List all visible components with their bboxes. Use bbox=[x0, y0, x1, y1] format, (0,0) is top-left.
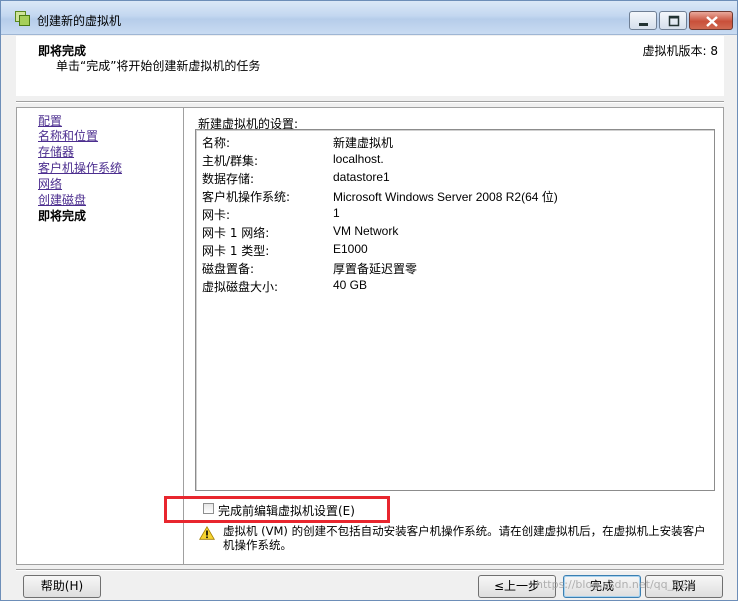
settings-key: 网卡 1 网络: bbox=[202, 226, 270, 240]
settings-value: datastore1 bbox=[333, 170, 390, 184]
settings-value: 厚置备延迟置零 bbox=[333, 262, 418, 276]
nav-item-storage[interactable]: 存储器 bbox=[38, 143, 74, 160]
nav-item-network[interactable]: 网络 bbox=[38, 175, 62, 192]
settings-summary-box: 名称: 新建虚拟机 主机/群集: localhost. 数据存储: datast… bbox=[195, 129, 715, 491]
watermark: https://blog.csdn.net/qq_42 bbox=[536, 578, 688, 591]
create-vm-dialog: 创建新的虚拟机 即将完成 单击“完成”将开始创建新虚拟机的任务 虚拟机版本: 8… bbox=[0, 0, 738, 601]
nav-item-guest-os[interactable]: 客户机操作系统 bbox=[38, 159, 122, 176]
minimize-button[interactable] bbox=[629, 11, 657, 30]
title-bar[interactable]: 创建新的虚拟机 bbox=[1, 1, 737, 35]
help-button[interactable]: 帮助(H) bbox=[23, 575, 101, 598]
close-icon bbox=[706, 16, 718, 27]
header-divider bbox=[16, 101, 724, 103]
settings-key: 网卡: bbox=[202, 208, 231, 222]
settings-value: 1 bbox=[333, 206, 340, 220]
nav-item-ready-to-complete: 即将完成 bbox=[38, 209, 87, 223]
wizard-header: 即将完成 单击“完成”将开始创建新虚拟机的任务 虚拟机版本: 8 bbox=[16, 36, 724, 96]
minimize-icon bbox=[639, 23, 648, 26]
settings-value: E1000 bbox=[333, 242, 368, 256]
close-button[interactable] bbox=[689, 11, 733, 30]
settings-key: 主机/群集: bbox=[202, 154, 259, 168]
nav-item-create-disk[interactable]: 创建磁盘 bbox=[38, 191, 86, 208]
warning-text: 虚拟机 (VM) 的创建不包括自动安装客户机操作系统。请在创建虚拟机后，在虚拟机… bbox=[223, 524, 706, 552]
annotation-highlight-box bbox=[164, 496, 390, 523]
settings-value: 40 GB bbox=[333, 278, 368, 292]
wizard-steps-nav: 配置 名称和位置 存储器 客户机操作系统 网络 创建磁盘 即将完成 bbox=[16, 107, 184, 565]
maximize-icon bbox=[668, 15, 680, 27]
vm-version: 虚拟机版本: 8 bbox=[642, 44, 719, 58]
maximize-button[interactable] bbox=[659, 11, 687, 30]
vsphere-app-icon bbox=[15, 11, 30, 26]
settings-key: 名称: bbox=[202, 136, 231, 150]
settings-value: localhost. bbox=[333, 152, 384, 166]
warning-icon bbox=[199, 526, 215, 540]
footer-divider bbox=[16, 569, 724, 571]
settings-value: VM Network bbox=[333, 224, 399, 238]
window-title: 创建新的虚拟机 bbox=[37, 14, 122, 28]
settings-key: 虚拟磁盘大小: bbox=[202, 280, 279, 294]
settings-value: 新建虚拟机 bbox=[333, 136, 394, 150]
page-subtitle: 单击“完成”将开始创建新虚拟机的任务 bbox=[56, 59, 261, 73]
settings-key: 数据存储: bbox=[202, 172, 255, 186]
nav-item-name-location[interactable]: 名称和位置 bbox=[38, 127, 98, 144]
settings-key: 客户机操作系统: bbox=[202, 190, 291, 204]
settings-value: Microsoft Windows Server 2008 R2(64 位) bbox=[333, 190, 558, 204]
settings-key: 网卡 1 类型: bbox=[202, 244, 270, 258]
warning-message: 虚拟机 (VM) 的创建不包括自动安装客户机操作系统。请在创建虚拟机后，在虚拟机… bbox=[199, 524, 719, 560]
settings-key: 磁盘置备: bbox=[202, 262, 255, 276]
